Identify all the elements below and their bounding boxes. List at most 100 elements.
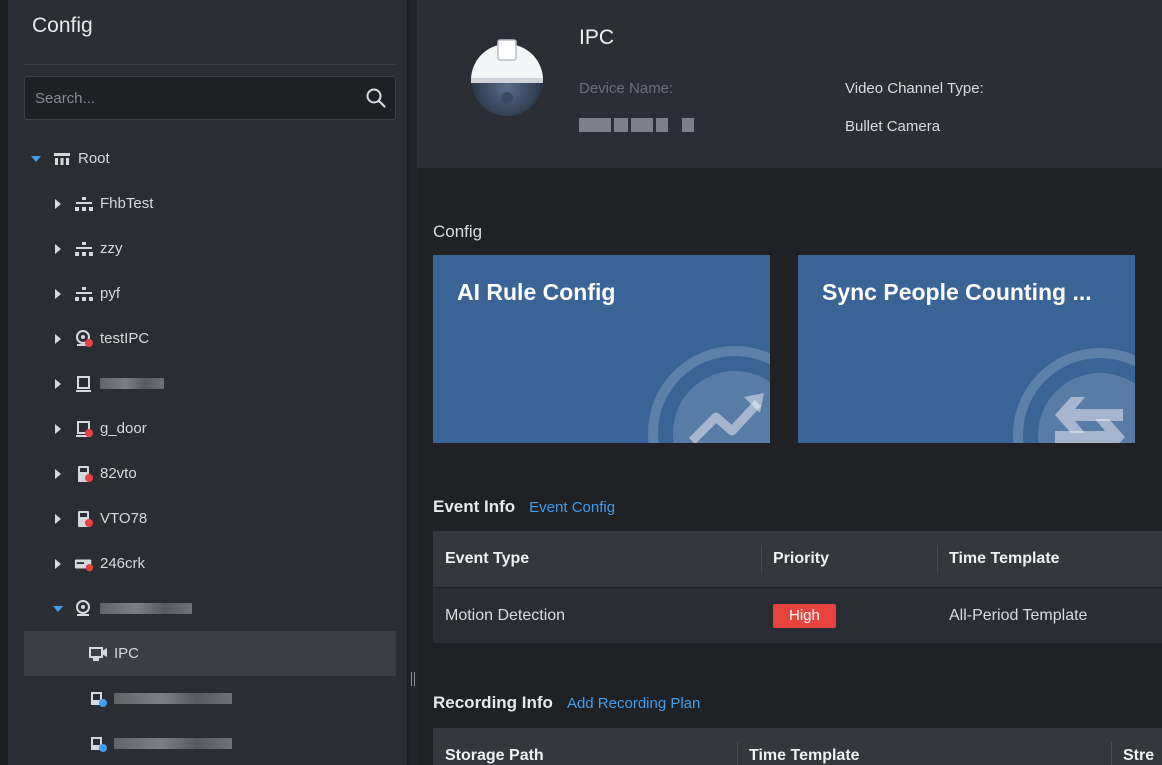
redacted-name bbox=[100, 378, 164, 389]
tree-node-label: Root bbox=[78, 150, 110, 167]
device-tree: Root FhbTest zzy pyf testIPC g_door 82vt… bbox=[24, 136, 396, 765]
alarm-channel-icon bbox=[88, 690, 108, 708]
caret-right-icon[interactable] bbox=[52, 288, 64, 300]
tree-node-g-door[interactable]: g_door bbox=[24, 406, 396, 451]
recording-info-heading: Recording Info Add Recording Plan bbox=[433, 693, 700, 713]
tree-node-root[interactable]: Root bbox=[24, 136, 396, 181]
redacted-name bbox=[114, 693, 232, 704]
column-header[interactable]: Stre bbox=[1111, 728, 1162, 765]
tree-node-label: pyf bbox=[100, 285, 121, 302]
tree-node-expanded-device[interactable] bbox=[24, 586, 396, 631]
caret-right-icon[interactable] bbox=[52, 423, 64, 435]
organization-icon bbox=[52, 150, 72, 168]
sidebar-title: Config bbox=[32, 14, 93, 37]
tree-node-label: IPC bbox=[114, 645, 140, 662]
vto-offline-icon bbox=[74, 510, 94, 528]
main-panel: IPC Device Name: Video Channel Type: Bul… bbox=[417, 0, 1162, 765]
tree-node-fhbtest[interactable]: FhbTest bbox=[24, 181, 396, 226]
tree-node-ipc[interactable]: IPC bbox=[24, 631, 396, 676]
device-header: IPC Device Name: Video Channel Type: Bul… bbox=[417, 0, 1162, 168]
time-template-cell: All-Period Template bbox=[949, 606, 1088, 624]
sidebar: Config Root FhbTest bbox=[0, 0, 408, 765]
device-name-redacted bbox=[579, 118, 697, 132]
search-input[interactable] bbox=[35, 77, 355, 119]
event-config-link[interactable]: Event Config bbox=[529, 499, 615, 516]
redacted-name bbox=[100, 603, 192, 614]
sync-arrows-icon bbox=[1013, 348, 1135, 443]
column-header[interactable]: Event Type bbox=[433, 531, 761, 587]
priority-badge: High bbox=[773, 603, 836, 628]
camera-icon bbox=[74, 599, 94, 618]
redacted-name bbox=[114, 738, 232, 749]
device-channel-name: IPC bbox=[579, 26, 615, 49]
caret-down-icon[interactable] bbox=[30, 153, 42, 165]
caret-right-icon[interactable] bbox=[52, 468, 64, 480]
tree-node-device[interactable] bbox=[24, 361, 396, 406]
tree-node-label: 246crk bbox=[100, 555, 146, 572]
config-heading: Config bbox=[433, 222, 483, 241]
column-header[interactable]: Storage Path bbox=[433, 728, 737, 765]
tree-node-82vto[interactable]: 82vto bbox=[24, 451, 396, 496]
vto-offline-icon bbox=[74, 465, 94, 483]
alarm-channel-icon bbox=[88, 735, 108, 753]
camera-offline-icon bbox=[74, 329, 94, 348]
table-header: Storage Path Time Template Stre bbox=[433, 728, 1162, 765]
caret-right-icon[interactable] bbox=[52, 333, 64, 345]
event-info-label: Event Info bbox=[433, 497, 516, 516]
panel-splitter[interactable] bbox=[409, 0, 417, 765]
access-controller-icon bbox=[74, 375, 94, 393]
splitter-grip-icon[interactable] bbox=[411, 672, 415, 686]
caret-right-icon[interactable] bbox=[52, 198, 64, 210]
dome-camera-icon bbox=[465, 34, 549, 118]
card-title: AI Rule Config bbox=[457, 279, 616, 305]
tree-node-label: testIPC bbox=[100, 330, 150, 347]
tree-node-label: VTO78 bbox=[100, 510, 148, 527]
search-icon[interactable] bbox=[365, 87, 387, 109]
video-channel-type-label: Video Channel Type: bbox=[845, 80, 984, 97]
ai-rule-config-card[interactable]: AI Rule Config bbox=[433, 255, 770, 443]
card-title: Sync People Counting ... bbox=[822, 279, 1092, 305]
trend-chart-icon bbox=[648, 346, 770, 443]
event-table: Event Type Priority Time Template Motion… bbox=[433, 531, 1162, 643]
access-controller-offline-icon bbox=[74, 420, 94, 438]
tree-node-vto78[interactable]: VTO78 bbox=[24, 496, 396, 541]
tree-node-label: FhbTest bbox=[100, 195, 154, 212]
tree-node-zzy[interactable]: zzy bbox=[24, 226, 396, 271]
add-recording-plan-link[interactable]: Add Recording Plan bbox=[567, 695, 700, 712]
tree-node-channel[interactable] bbox=[24, 721, 396, 765]
recording-table: Storage Path Time Template Stre bbox=[433, 728, 1162, 765]
network-group-icon bbox=[74, 195, 94, 213]
network-group-icon bbox=[74, 285, 94, 303]
tree-node-testipc[interactable]: testIPC bbox=[24, 316, 396, 361]
priority-cell: High bbox=[761, 588, 937, 643]
app-window: Config Root FhbTest bbox=[0, 0, 1162, 765]
column-header[interactable]: Time Template bbox=[937, 531, 1162, 587]
recording-info-label: Recording Info bbox=[433, 693, 553, 712]
divider bbox=[24, 64, 396, 65]
tree-node-channel[interactable] bbox=[24, 676, 396, 721]
tree-node-pyf[interactable]: pyf bbox=[24, 271, 396, 316]
tree-node-label: g_door bbox=[100, 420, 147, 437]
video-channel-icon bbox=[88, 645, 108, 663]
tree-node-label: 82vto bbox=[100, 465, 137, 482]
caret-right-icon[interactable] bbox=[52, 243, 64, 255]
sync-people-counting-card[interactable]: Sync People Counting ... bbox=[798, 255, 1135, 443]
sidebar-edge bbox=[0, 0, 8, 765]
caret-down-icon[interactable] bbox=[52, 603, 64, 615]
event-info-heading: Event Info Event Config bbox=[433, 497, 615, 517]
tree-node-246crk[interactable]: 246crk bbox=[24, 541, 396, 586]
event-type-cell: Motion Detection bbox=[445, 606, 566, 624]
caret-right-icon[interactable] bbox=[52, 513, 64, 525]
network-group-icon bbox=[74, 240, 94, 258]
search-box bbox=[24, 76, 396, 120]
video-channel-type-value: Bullet Camera bbox=[845, 118, 941, 135]
caret-right-icon[interactable] bbox=[52, 378, 64, 390]
nvr-offline-icon bbox=[74, 555, 94, 573]
device-name-label: Device Name: bbox=[579, 80, 674, 97]
caret-right-icon[interactable] bbox=[52, 558, 64, 570]
tree-node-label: zzy bbox=[100, 240, 123, 257]
column-header[interactable]: Time Template bbox=[737, 728, 1111, 765]
table-row[interactable]: Motion Detection High All-Period Templat… bbox=[433, 587, 1162, 643]
column-header[interactable]: Priority bbox=[761, 531, 937, 587]
table-header: Event Type Priority Time Template bbox=[433, 531, 1162, 587]
